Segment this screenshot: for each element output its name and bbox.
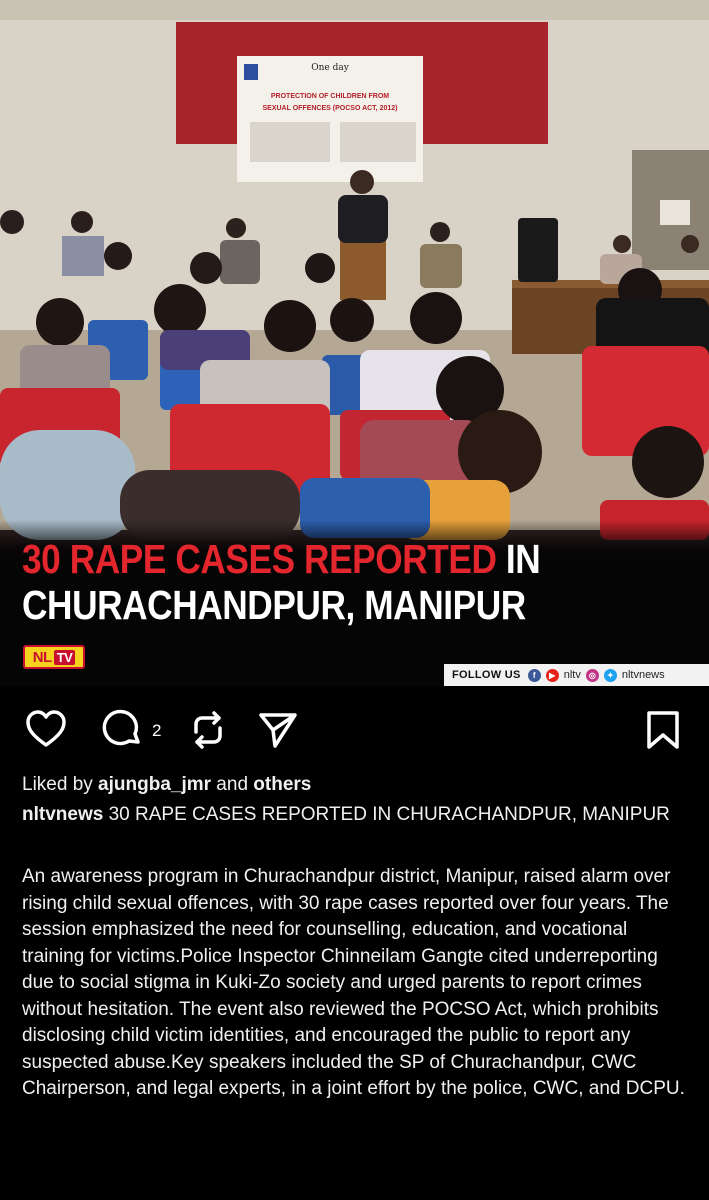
action-bar: 2 xyxy=(0,700,709,760)
follow-label: FOLLOW US xyxy=(452,669,521,681)
banner-line-1: One day xyxy=(311,63,349,73)
follow-handle-2: nltvnews xyxy=(621,669,665,681)
repost-icon[interactable] xyxy=(186,708,230,752)
share-icon[interactable] xyxy=(256,708,300,752)
logo-text: NL xyxy=(32,648,53,666)
instagram-icon: ◎ xyxy=(585,668,599,682)
likes-line: Liked by ajungba_jmr and others xyxy=(22,774,311,796)
caption-text: 30 RAPE CASES REPORTED IN CHURACHANDPUR,… xyxy=(103,804,670,825)
caption: nltvnews 30 RAPE CASES REPORTED IN CHURA… xyxy=(22,802,682,828)
post-body: An awareness program in Churachandpur di… xyxy=(22,866,685,1099)
facebook-icon: f xyxy=(527,668,541,682)
nltv-logo: NL TV xyxy=(23,645,85,669)
comment-count: 2 xyxy=(152,721,162,740)
youtube-icon: ▶ xyxy=(545,668,559,682)
twitter-icon: ✦ xyxy=(603,668,617,682)
heart-icon[interactable] xyxy=(24,708,68,752)
follow-handle-1: nltv xyxy=(563,669,581,681)
post-image[interactable]: One day PROTECTION OF CHILDREN FROM SEXU… xyxy=(0,0,709,686)
banner-line-2: PROTECTION OF CHILDREN FROM xyxy=(271,93,389,100)
likes-prefix: Liked by xyxy=(22,774,99,795)
banner-line-3: SEXUAL OFFENCES (POCSO ACT, 2012) xyxy=(263,105,398,112)
likes-middle: and xyxy=(211,774,254,795)
comment-icon[interactable] xyxy=(100,708,144,752)
headline-white-1: IN xyxy=(496,536,541,582)
logo-tv: TV xyxy=(53,649,76,665)
headline: 30 RAPE CASES REPORTED IN CHURACHANDPUR,… xyxy=(22,536,598,628)
bookmark-icon[interactable] xyxy=(643,708,683,752)
headline-red: 30 RAPE CASES REPORTED xyxy=(22,536,497,582)
liked-by-others[interactable]: others xyxy=(253,774,311,795)
follow-bar: FOLLOW US f ▶ nltv ◎ ✦ nltvnews xyxy=(444,664,709,686)
caption-username[interactable]: nltvnews xyxy=(22,804,103,825)
headline-white-2: CHURACHANDPUR, MANIPUR xyxy=(22,582,526,628)
liked-by-user[interactable]: ajungba_jmr xyxy=(98,774,211,795)
